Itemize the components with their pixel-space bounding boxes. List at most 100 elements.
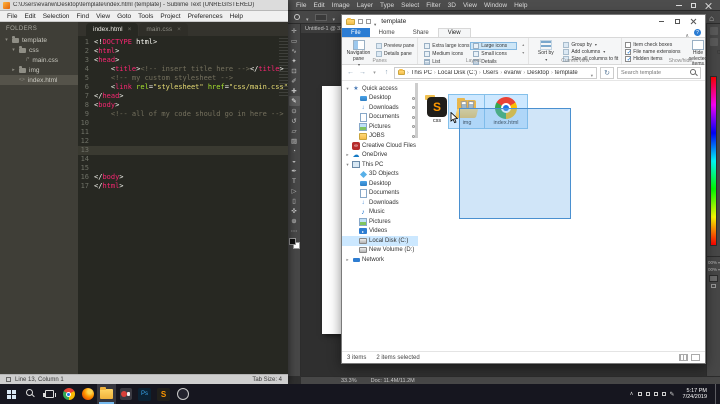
code-line[interactable]: 8 <body>: [78, 101, 288, 110]
tab-share[interactable]: Share: [404, 28, 438, 37]
breadcrumb-segment-desktop[interactable]: Desktop: [527, 70, 549, 76]
zoom-tool-icon[interactable]: ⊕: [289, 216, 300, 226]
item-check-boxes-checkbox[interactable]: Item check boxes: [625, 42, 680, 48]
details-view-toggle-icon[interactable]: [679, 354, 688, 361]
details-pane-button[interactable]: Details pane: [376, 50, 414, 57]
taskbar-button-search[interactable]: [21, 384, 40, 404]
sidebar-item-documents[interactable]: Documents: [342, 189, 418, 199]
zoom-level[interactable]: 33.3%: [341, 378, 357, 384]
options-button[interactable]: Options: [716, 40, 720, 57]
crop-tool-icon[interactable]: ⊡: [289, 66, 300, 76]
menu-item-view[interactable]: View: [96, 13, 110, 20]
sidebar-item-pictures[interactable]: Pictures: [342, 122, 418, 132]
back-button[interactable]: ←: [346, 69, 355, 76]
tree-chevron-down-icon[interactable]: ▾: [345, 86, 350, 92]
move-tool-icon[interactable]: ✛: [289, 26, 300, 36]
taskbar-button-firefox[interactable]: [78, 384, 97, 404]
dodge-tool-icon[interactable]: ◒: [289, 156, 300, 166]
foreground-color-swatch[interactable]: [288, 238, 296, 245]
up-button[interactable]: ↑: [382, 69, 391, 76]
tray-chevron-up-icon[interactable]: [629, 391, 633, 397]
minimize-button[interactable]: [653, 16, 669, 28]
type-tool-icon[interactable]: T: [289, 176, 300, 186]
eraser-tool-icon[interactable]: ▱: [289, 126, 300, 136]
tree-chevron-right-icon[interactable]: ▸: [345, 257, 350, 263]
menu-item-file[interactable]: File: [296, 2, 306, 9]
taskbar-clock[interactable]: 5:17 PM 7/24/2019: [679, 388, 711, 401]
code-line[interactable]: 15: [78, 164, 288, 173]
code-line[interactable]: 1 <!DOCTYPE html>: [78, 38, 288, 47]
sublime-titlebar[interactable]: C:\Users\evanw\Desktop\template\index.ht…: [0, 0, 288, 11]
taskbar-button-photoshop[interactable]: [135, 384, 154, 404]
quick-access-toolbar-button[interactable]: [366, 19, 371, 24]
menu-item-find[interactable]: Find: [76, 13, 89, 20]
chevron-down-icon[interactable]: ▾: [522, 50, 524, 55]
sidebar-item-music[interactable]: Music: [342, 208, 418, 218]
code-line[interactable]: 3 <head>: [78, 56, 288, 65]
sidebar-item-new-volume-d-[interactable]: New Volume (D:): [342, 246, 418, 256]
menu-item-select[interactable]: Select: [401, 2, 419, 9]
file-name-extensions-checkbox[interactable]: File name extensions: [625, 49, 681, 56]
tab-file[interactable]: File: [342, 28, 370, 37]
tab-home[interactable]: Home: [370, 28, 404, 37]
explorer-titlebar[interactable]: template: [342, 15, 705, 28]
taskbar-button-dark-circle-app[interactable]: [173, 384, 192, 404]
layout-scroll-arrows[interactable]: ▴ ▾: [521, 40, 525, 57]
breadcrumb[interactable]: › This PC › Local Disk (C:) › Users › evanw › Des…: [394, 66, 597, 79]
recent-locations-caret-icon[interactable]: ▾: [370, 70, 379, 76]
layer-thumbnail[interactable]: [709, 275, 718, 282]
code-line[interactable]: 14: [78, 155, 288, 164]
code-line[interactable]: 2 <html>: [78, 47, 288, 56]
hue-slider[interactable]: [710, 76, 717, 246]
menu-item-help[interactable]: Help: [230, 13, 243, 20]
taskbar-button-file-explorer[interactable]: [97, 384, 116, 404]
sidebar-item-onedrive[interactable]: ▸ OneDrive: [342, 151, 418, 161]
tray-tray-1-icon[interactable]: [637, 392, 642, 396]
forward-button[interactable]: →: [358, 69, 367, 76]
help-icon[interactable]: ?: [694, 29, 701, 36]
lock-icon[interactable]: [711, 284, 716, 288]
tree-item-index-html[interactable]: index.html: [0, 75, 78, 85]
tab-close-icon[interactable]: [177, 26, 181, 33]
search-input[interactable]: [621, 69, 690, 76]
sidebar-item-quick-access[interactable]: ▾ Quick access: [342, 84, 418, 94]
marquee-tool-icon[interactable]: ▭: [289, 36, 300, 46]
sidebar-item-this-pc[interactable]: ▾ This PC: [342, 160, 418, 170]
search-box[interactable]: [617, 66, 701, 79]
eyedropper-tool-icon[interactable]: ✐: [289, 76, 300, 86]
layers-fill-row[interactable]: 00%: [707, 266, 720, 273]
tray-tray-4-icon[interactable]: [661, 392, 666, 396]
code-line[interactable]: 17 </html>: [78, 182, 288, 191]
breadcrumb-segment-evanw[interactable]: evanw: [504, 70, 521, 76]
clone-stamp-tool-icon[interactable]: ⊙: [289, 106, 300, 116]
tree-item-template[interactable]: ▾ template: [0, 35, 78, 45]
menu-item-edit[interactable]: Edit: [24, 13, 35, 20]
maximize-icon[interactable]: [691, 2, 696, 8]
minimize-icon[interactable]: [676, 4, 682, 6]
navigation-pane-button[interactable]: Navigation pane: [345, 40, 372, 61]
tray-tray-2-icon[interactable]: [645, 392, 650, 396]
brush-preset-icon[interactable]: [294, 14, 300, 20]
layout-medium-icons[interactable]: Medium icons: [421, 50, 468, 58]
blend-mode-select[interactable]: [314, 13, 327, 21]
history-brush-tool-icon[interactable]: ↺: [289, 116, 300, 126]
vintage-mode-icon[interactable]: [6, 377, 11, 382]
menu-item-preferences[interactable]: Preferences: [188, 13, 223, 20]
thumbnails-view-toggle-icon[interactable]: [691, 354, 700, 361]
sidebar-item-pictures[interactable]: Pictures: [342, 217, 418, 227]
tree-chevron-right-icon[interactable]: ▸: [345, 152, 350, 158]
tab-size-indicator[interactable]: Tab Size: 4: [252, 377, 282, 383]
taskbar-button-chrome[interactable]: [59, 384, 78, 404]
sidebar-item-videos[interactable]: Videos: [342, 227, 418, 237]
menu-item-layer[interactable]: Layer: [357, 2, 373, 9]
add-columns-button[interactable]: Add columns: [563, 49, 618, 55]
sidebar-item-jobs[interactable]: JOBS: [342, 132, 418, 142]
tree-item-img[interactable]: ▸ img: [0, 65, 78, 75]
shape-tool-icon[interactable]: ▯: [289, 196, 300, 206]
menu-item-view[interactable]: View: [463, 2, 477, 9]
preview-pane-button[interactable]: Preview pane: [376, 42, 414, 49]
tab-view[interactable]: View: [437, 28, 471, 37]
menu-item-file[interactable]: File: [7, 13, 17, 20]
tree-item-css[interactable]: ▾ css: [0, 45, 78, 55]
code-line[interactable]: 11: [78, 128, 288, 137]
